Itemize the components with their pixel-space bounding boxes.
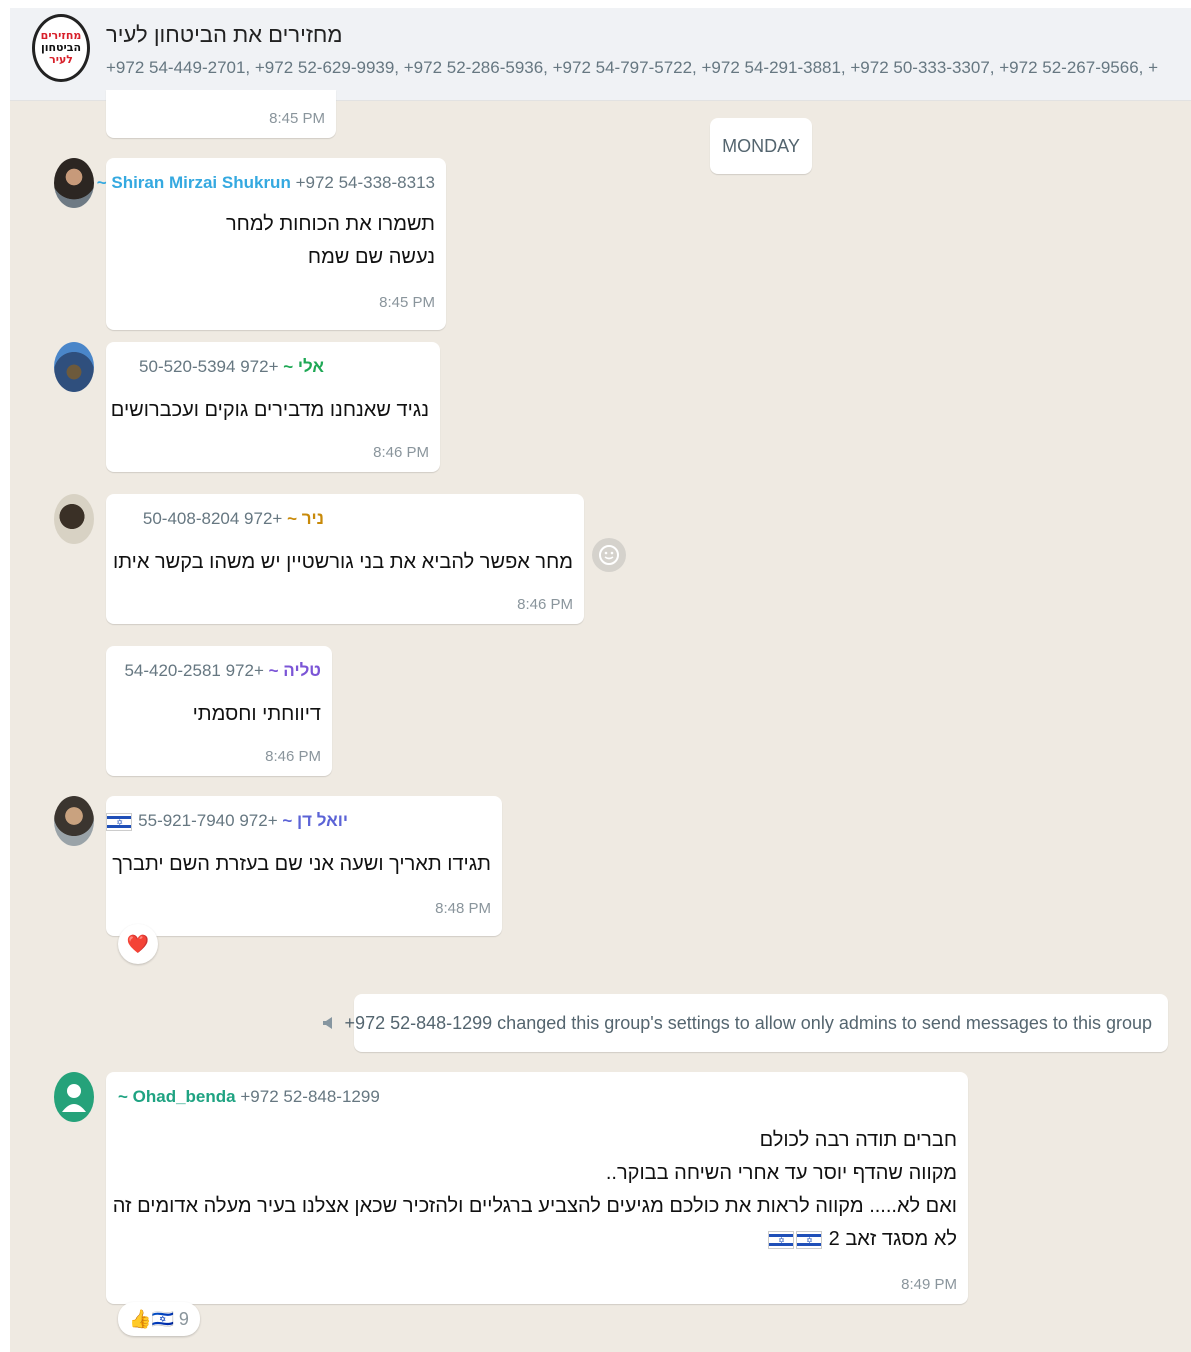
message-text: נגיד שאנחנו מדבירים גוקים ועכברושים	[111, 394, 429, 427]
message-line: מקווה שהדף יוסר עד אחרי השיחה בבוקר..	[605, 1162, 957, 1184]
group-title[interactable]: מחזירים את הביטחון לעיר	[106, 22, 343, 48]
israel-flag-icon: ✡	[796, 1230, 823, 1249]
message-text: מחר אפשר להביא את בני גורשטיין יש משהו ב…	[113, 546, 573, 579]
reaction-badge[interactable]: ❤️	[118, 924, 158, 964]
sender-avatar[interactable]	[54, 158, 94, 208]
system-message: +972 52-848-1299 changed this group's se…	[322, 994, 1168, 1052]
message-text: דיווחתי וחסמתי	[193, 698, 321, 731]
message-text: תגידו תאריך ושעה אני שם בעזרת השם יתברך	[112, 848, 491, 881]
message-sender[interactable]: טליה ~ +972 54-420-2581	[124, 661, 321, 681]
group-members[interactable]: +972 54-449-2701, +972 52-629-9939, +972…	[106, 58, 1186, 78]
sender-phone: +972 50-520-5394	[139, 357, 279, 376]
message-bubble[interactable]: ניר ~ +972 50-408-8204 מחר אפשר להביא את…	[106, 494, 584, 624]
message-time: 8:45 PM	[269, 110, 325, 127]
person-icon[interactable]	[54, 1072, 94, 1122]
message-line: תשמרו את הכוחות למחר	[225, 213, 435, 235]
sender-phone: +972 54-338-8313	[295, 173, 435, 192]
day-divider: MONDAY	[710, 118, 812, 174]
reaction-badge[interactable]: 👍🇮🇱 9	[118, 1302, 200, 1336]
message-line: ואם לא..... מקווה לראות את כולכם מגיעים …	[112, 1195, 957, 1217]
message-text: חברים תודה רבה לכולם מקווה שהדף יוסר עד …	[113, 1124, 957, 1256]
israel-flag-icon: ✡	[106, 812, 133, 831]
message-sender[interactable]: ניר ~ +972 50-408-8204	[143, 509, 324, 529]
message-bubble[interactable]: ~ Ohad_benda +972 52-848-1299 חברים תודה…	[106, 1072, 968, 1304]
sender-phone: +972 54-420-2581	[124, 661, 264, 680]
sender-name[interactable]: ~ Ohad_benda	[118, 1087, 236, 1106]
group-avatar-line: לעיר	[49, 53, 73, 66]
message-bubble[interactable]: אלי ~ +972 50-520-5394 נגיד שאנחנו מדביר…	[106, 342, 440, 472]
message-line: חברים תודה רבה לכולם	[759, 1129, 957, 1151]
sender-phone: +972 50-408-8204	[142, 509, 283, 528]
smiley-icon[interactable]	[592, 538, 626, 572]
chat-window: מחזירים הביטחון לעיר מחזירים את הביטחון …	[10, 8, 1191, 1352]
message-sender[interactable]: ~ Ohad_benda +972 52-848-1299	[118, 1087, 380, 1107]
message-sender[interactable]: ✡ יואל דן ~ +972 55-921-7940	[105, 811, 348, 831]
message-text: תשמרו את הכוחות למחר נעשה שם שמח	[226, 208, 435, 274]
message-time: 8:46 PM	[517, 596, 573, 613]
system-message-text: +972 52-848-1299 changed this group's se…	[344, 1012, 1152, 1033]
message-line: נעשה שם שמח	[307, 246, 435, 268]
sender-name[interactable]: טליה ~	[269, 661, 321, 680]
message-time: 8:46 PM	[265, 748, 321, 765]
message-bubble[interactable]: 8:45 PM	[106, 90, 336, 138]
message-sender[interactable]: ~ Shiran Mirzai Shukrun +972 54-338-8313	[97, 173, 435, 193]
message-line: לא מסגד זאב 2	[828, 1228, 957, 1250]
megaphone-icon	[322, 1017, 332, 1029]
chat-header[interactable]: מחזירים הביטחון לעיר מחזירים את הביטחון …	[10, 8, 1191, 101]
sender-phone: +972 52-848-1299	[240, 1087, 380, 1106]
message-time: 8:46 PM	[373, 444, 429, 461]
group-avatar[interactable]: מחזירים הביטחון לעיר	[32, 14, 90, 82]
sender-phone: +972 55-921-7940	[138, 811, 278, 830]
message-time: 8:48 PM	[435, 900, 491, 917]
message-line: תגידו תאריך ושעה אני שם בעזרת השם יתברך	[112, 853, 491, 875]
sender-avatar[interactable]	[54, 796, 94, 846]
message-bubble[interactable]: ✡ יואל דן ~ +972 55-921-7940 תגידו תאריך…	[106, 796, 502, 936]
message-bubble[interactable]: טליה ~ +972 54-420-2581 דיווחתי וחסמתי 8…	[106, 646, 332, 776]
message-line: מחר אפשר להביא את בני גורשטיין יש משהו ב…	[113, 551, 573, 573]
sender-name[interactable]: ~ Shiran Mirzai Shukrun	[97, 173, 291, 192]
message-sender[interactable]: אלי ~ +972 50-520-5394	[139, 357, 324, 377]
message-bubble[interactable]: ~ Shiran Mirzai Shukrun +972 54-338-8313…	[97, 158, 446, 330]
message-line: דיווחתי וחסמתי	[192, 703, 321, 725]
sender-avatar[interactable]	[54, 494, 94, 544]
sender-name[interactable]: ניר ~	[287, 509, 324, 528]
message-time: 8:49 PM	[901, 1276, 957, 1293]
israel-flag-icon: ✡	[768, 1230, 795, 1249]
message-line: נגיד שאנחנו מדבירים גוקים ועכברושים	[110, 399, 429, 421]
sender-name[interactable]: יואל דן ~	[282, 811, 348, 830]
sender-avatar[interactable]	[54, 342, 94, 392]
sender-name[interactable]: אלי ~	[283, 357, 324, 376]
message-time: 8:45 PM	[379, 294, 435, 311]
message-line-last: לא מסגד זאב 2 ✡ ✡	[113, 1223, 957, 1256]
